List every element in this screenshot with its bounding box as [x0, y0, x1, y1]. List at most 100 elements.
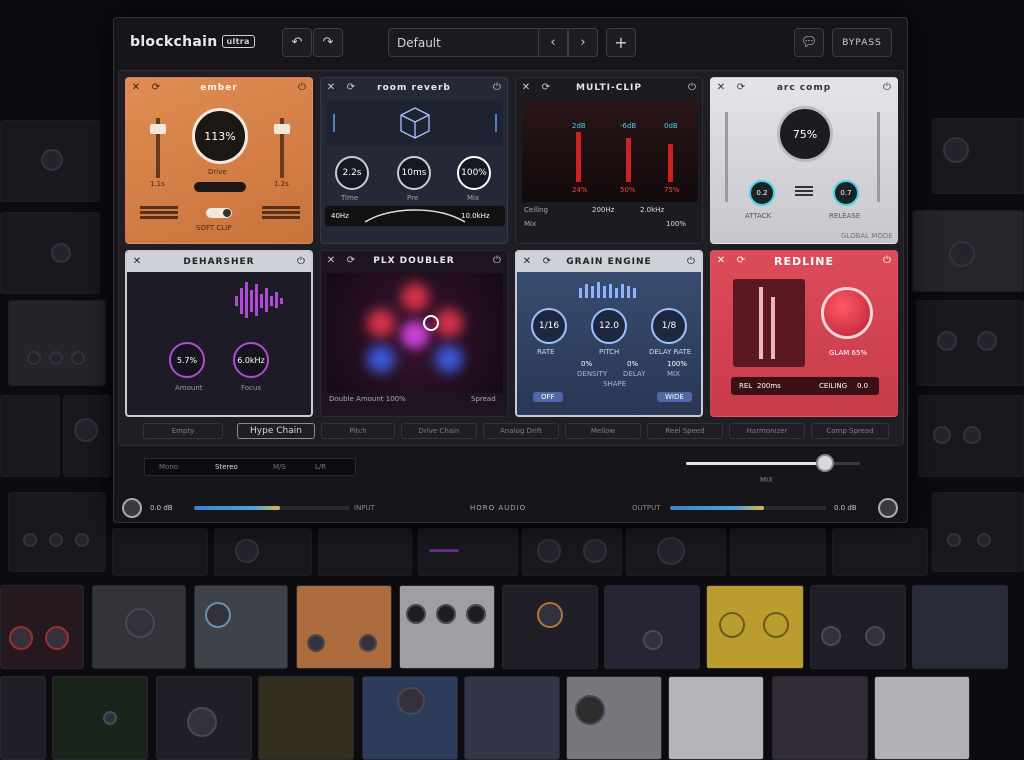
slot-tab[interactable]: Pitch	[321, 423, 395, 439]
plugin-ember[interactable]: ember ✕ ⟳ ⏻ 113% Drive 1.1s 1.2s SOFT CL…	[125, 77, 313, 244]
power-icon[interactable]: ⏻	[881, 82, 893, 94]
close-icon[interactable]: ✕	[325, 82, 337, 94]
slot-tab[interactable]: Drive Chain	[401, 423, 477, 439]
thumb	[418, 528, 518, 576]
power-icon[interactable]: ⏻	[491, 82, 503, 94]
attack-label: ATTACK	[745, 212, 772, 220]
amount-knob[interactable]: 5.7%	[169, 342, 205, 378]
close-icon[interactable]: ✕	[715, 255, 727, 267]
slot-tab[interactable]: Mellow	[565, 423, 641, 439]
redo-button[interactable]: ↷	[313, 28, 343, 57]
mode-tab[interactable]: L/R	[315, 463, 326, 471]
refresh-icon[interactable]: ⟳	[540, 82, 552, 94]
plugin-rack: ember ✕ ⟳ ⏻ 113% Drive 1.1s 1.2s SOFT CL…	[118, 70, 904, 446]
plugin-silver-comp[interactable]: arc comp ✕ ⟳ ⏻ 75% 0.2 0.7 ATTACK RELEAS…	[710, 77, 898, 244]
mix-knob[interactable]: 100%	[457, 156, 491, 190]
close-icon[interactable]: ✕	[131, 256, 143, 268]
pitch-knob[interactable]: 12.0	[591, 308, 627, 344]
rel-value: 200ms	[757, 382, 781, 390]
slot-tab[interactable]: Harmonizer	[729, 423, 805, 439]
mode-tab[interactable]: M/S	[273, 463, 286, 471]
time-knob[interactable]: 2.2s	[335, 156, 369, 190]
add-preset-button[interactable]: +	[606, 28, 636, 57]
power-icon[interactable]: ⏻	[881, 255, 893, 267]
slot-tab[interactable]: Comp Spread	[811, 423, 889, 439]
thumb	[916, 300, 1024, 386]
undo-button[interactable]: ↶	[282, 28, 312, 57]
pre-knob[interactable]: 10ms	[397, 156, 431, 190]
drive-knob[interactable]: 113%	[192, 108, 248, 164]
slot-tab[interactable]: Reel Speed	[647, 423, 723, 439]
plugin-redline[interactable]: REDLINE ✕ ⟳ ⏻ GLAM 65% REL 200ms CEILING…	[710, 250, 898, 417]
wide-chip[interactable]: WIDE	[657, 392, 692, 402]
plugin-title: DEHARSHER	[127, 252, 311, 272]
thumb	[502, 585, 598, 669]
refresh-icon[interactable]: ⟳	[150, 82, 162, 94]
mode-tab[interactable]: Mono	[159, 463, 178, 471]
band-2-value: -6dB	[620, 122, 637, 130]
double-amount-label: Double Amount 100%	[329, 395, 406, 403]
menu-icon[interactable]	[795, 186, 813, 188]
power-icon[interactable]: ⏻	[295, 256, 307, 268]
plugin-room-reverb[interactable]: room reverb ✕ ⟳ ⏻ 2.2s 10ms 100% Time Pr…	[320, 77, 508, 244]
undo-icon: ↶	[291, 35, 303, 50]
ceiling-value: 200Hz	[592, 206, 615, 214]
room-display	[327, 100, 503, 146]
right-fader-handle[interactable]	[274, 124, 290, 134]
left-fader-handle[interactable]	[150, 124, 166, 134]
delay-rate-knob[interactable]: 1/8	[651, 308, 687, 344]
attack-knob[interactable]: 0.2	[749, 180, 775, 206]
amount-label: Amount	[175, 384, 203, 392]
close-icon[interactable]: ✕	[130, 82, 142, 94]
plugin-grain-engine[interactable]: GRAIN ENGINE ✕ ⟳ ⏻ 1/16 12.0 1/8 RATE PI…	[515, 250, 703, 417]
rate-knob[interactable]: 1/16	[531, 308, 567, 344]
slot-tab-active[interactable]: Hype Chain	[237, 423, 315, 439]
release-knob[interactable]: 0.7	[833, 180, 859, 206]
glam-knob[interactable]	[821, 287, 873, 339]
main-knob[interactable]: 75%	[777, 106, 833, 162]
power-icon[interactable]: ⏻	[686, 82, 698, 94]
close-icon[interactable]: ✕	[715, 82, 727, 94]
output-knob[interactable]	[878, 498, 898, 518]
plugin-deharsher[interactable]: DEHARSHER ✕ ⏻ 5.7% 6.0kHz Amount Focus	[125, 250, 313, 417]
mode-tab-active[interactable]: Stereo	[215, 463, 238, 471]
mode-pill[interactable]	[194, 182, 246, 192]
off-chip[interactable]: OFF	[533, 392, 563, 402]
close-icon[interactable]: ✕	[520, 82, 532, 94]
next-preset-button[interactable]: ›	[568, 28, 598, 57]
refresh-icon[interactable]: ⟳	[735, 82, 747, 94]
focus-knob[interactable]: 6.0kHz	[233, 342, 269, 378]
soft-clip-toggle[interactable]	[206, 208, 232, 218]
refresh-icon[interactable]: ⟳	[735, 255, 747, 267]
thumb	[730, 528, 826, 576]
slot-tab[interactable]: Empty	[143, 423, 223, 439]
chat-button[interactable]: 💬︎	[794, 28, 824, 57]
plugin-plx-doubler[interactable]: PLX DOUBLER ✕ ⟳ ⏻ Double Amount 100% Spr…	[320, 250, 508, 417]
bypass-button[interactable]: BYPASS	[832, 28, 892, 57]
thumb	[258, 676, 354, 760]
thumb	[362, 676, 458, 760]
position-handle[interactable]	[423, 315, 439, 331]
focus-label: Focus	[241, 384, 261, 392]
mix-slider-handle[interactable]	[816, 454, 835, 472]
prev-preset-button[interactable]: ‹	[538, 28, 568, 57]
voice-blob	[435, 345, 463, 373]
slot-tab[interactable]: Analog Drift	[483, 423, 559, 439]
refresh-icon[interactable]: ⟳	[345, 255, 357, 267]
refresh-icon[interactable]: ⟳	[345, 82, 357, 94]
band-meter-1	[576, 132, 581, 182]
close-icon[interactable]: ✕	[325, 255, 337, 267]
power-icon[interactable]: ⏻	[296, 82, 308, 94]
grain-bars	[579, 282, 636, 298]
thumb	[318, 528, 412, 576]
app-name: blockchain	[130, 34, 218, 50]
refresh-icon[interactable]: ⟳	[541, 256, 553, 268]
input-knob[interactable]	[122, 498, 142, 518]
stereo-field[interactable]	[327, 273, 503, 393]
time-value: 2.2s	[342, 168, 362, 178]
plugin-multi-clip[interactable]: MULTI-CLIP ✕ ⟳ ⏻ 2dB -6dB 0dB 24% 50% 75…	[515, 77, 703, 244]
power-icon[interactable]: ⏻	[491, 255, 503, 267]
close-icon[interactable]: ✕	[521, 256, 533, 268]
power-icon[interactable]: ⏻	[685, 256, 697, 268]
output-label: OUTPUT	[632, 504, 661, 512]
